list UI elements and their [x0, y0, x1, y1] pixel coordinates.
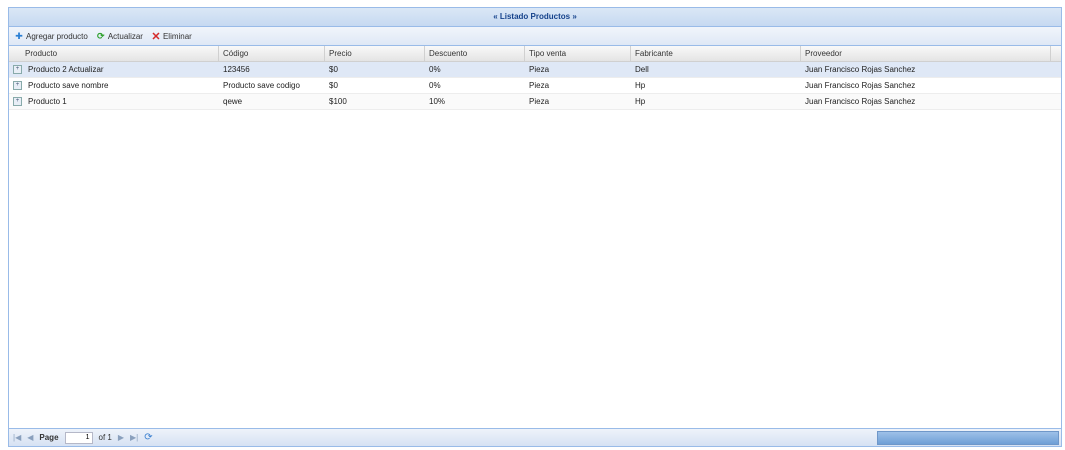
cell-precio: $100 [329, 97, 347, 106]
refresh-label: Actualizar [107, 31, 143, 41]
cell-tipo-venta: Pieza [529, 97, 550, 106]
row-expander-icon[interactable]: + [13, 97, 22, 107]
paging-toolbar: |◀ ◀ Page of 1 ▶ ▶| ⟳ [9, 428, 1061, 446]
collapse-right-icon: » [572, 12, 577, 21]
row-expander-icon[interactable]: + [13, 81, 22, 91]
table-row[interactable]: + Producto save nombre Producto save codi… [9, 78, 1061, 94]
cell-tipo-venta: Pieza [529, 81, 550, 90]
cell-codigo: Producto save codigo [223, 81, 300, 90]
cell-descuento: 10% [429, 97, 446, 106]
cell-producto-text: Producto 1 [28, 97, 67, 106]
cell-codigo: 123456 [223, 65, 250, 74]
cell-producto: + Producto save nombre [9, 78, 219, 93]
delete-label: Eliminar [162, 31, 192, 41]
panel-title: « Listado Productos » [9, 8, 1061, 27]
grid-body: + Producto 2 Actualizar 123456 $0 0% Piez… [9, 62, 1061, 110]
collapse-left-icon: « [493, 12, 498, 21]
cell-producto-text: Producto save nombre [28, 81, 109, 90]
cell-proveedor: Juan Francisco Rojas Sanchez [805, 81, 916, 90]
column-header-producto[interactable]: Producto [9, 46, 219, 61]
pager-refresh-icon[interactable]: ⟳ [144, 432, 152, 443]
cell-descuento: 0% [429, 81, 441, 90]
grid-header: Producto Código Precio Descuento Tipo ve… [9, 46, 1061, 62]
page-number-input[interactable] [64, 431, 93, 444]
next-page-icon[interactable]: ▶ [118, 433, 124, 442]
column-header-descuento[interactable]: Descuento [425, 46, 525, 61]
cell-producto: + Producto 1 [9, 94, 219, 109]
cell-tipo-venta: Pieza [529, 65, 550, 74]
add-icon: ✚ [15, 30, 23, 41]
delete-button[interactable]: ✕ Eliminar [149, 30, 194, 43]
cell-precio: $0 [329, 81, 338, 90]
products-panel: « Listado Productos » ✚ Agregar producto… [8, 7, 1062, 447]
cell-fabricante: Dell [635, 65, 649, 74]
row-expander-icon[interactable]: + [13, 65, 22, 75]
table-row[interactable]: + Producto 2 Actualizar 123456 $0 0% Piez… [9, 62, 1061, 78]
toolbar: ✚ Agregar producto ⟳ Actualizar ✕ Elimin… [9, 27, 1061, 46]
cell-fabricante: Hp [635, 97, 646, 106]
last-page-icon[interactable]: ▶| [130, 433, 138, 442]
column-header-proveedor[interactable]: Proveedor [801, 46, 1051, 61]
cell-precio: $0 [329, 65, 338, 74]
cell-producto: + Producto 2 Actualizar [9, 62, 219, 77]
cell-codigo: qewe [223, 97, 243, 106]
refresh-button[interactable]: ⟳ Actualizar [94, 31, 145, 41]
add-product-button[interactable]: ✚ Agregar producto [12, 31, 90, 41]
page-label: Page [39, 433, 59, 442]
prev-page-icon[interactable]: ◀ [27, 433, 33, 442]
pager-status-bar [877, 431, 1059, 445]
cell-proveedor: Juan Francisco Rojas Sanchez [805, 65, 916, 74]
column-header-codigo[interactable]: Código [219, 46, 325, 61]
panel-title-text: Listado Productos [499, 12, 571, 21]
page-count-label: of 1 [98, 433, 112, 442]
cell-fabricante: Hp [635, 81, 646, 90]
column-header-precio[interactable]: Precio [325, 46, 425, 61]
cell-proveedor: Juan Francisco Rojas Sanchez [805, 97, 916, 106]
refresh-icon: ⟳ [97, 30, 105, 41]
first-page-icon[interactable]: |◀ [13, 433, 21, 442]
cell-producto-text: Producto 2 Actualizar [28, 65, 104, 74]
delete-icon: ✕ [151, 30, 161, 43]
column-header-tipo-venta[interactable]: Tipo venta [525, 46, 631, 61]
add-product-label: Agregar producto [26, 31, 88, 41]
table-row[interactable]: + Producto 1 qewe $100 10% Pieza Hp Juan … [9, 94, 1061, 110]
column-header-fabricante[interactable]: Fabricante [631, 46, 801, 61]
cell-descuento: 0% [429, 65, 441, 74]
